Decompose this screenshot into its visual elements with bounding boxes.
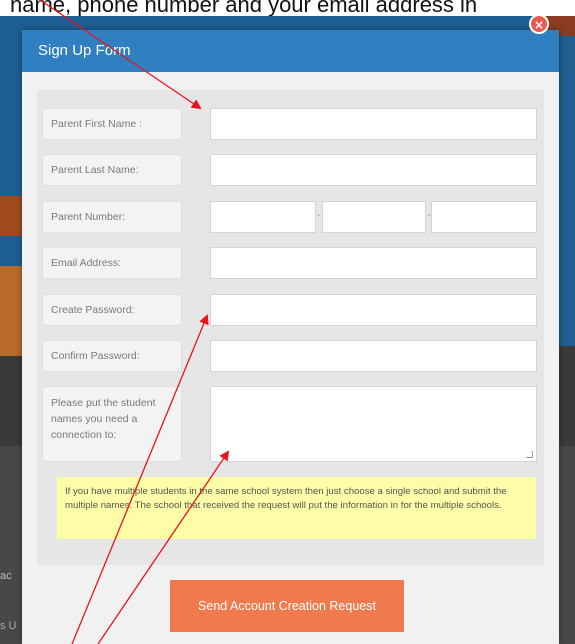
first-name-input[interactable]	[210, 108, 537, 140]
email-label: Email Address:	[42, 247, 182, 279]
create-password-input[interactable]	[210, 294, 537, 326]
last-name-input[interactable]	[210, 154, 537, 186]
phone-prefix-input[interactable]	[322, 201, 426, 233]
phone-line-input[interactable]	[431, 201, 537, 233]
student-names-textarea[interactable]	[210, 386, 537, 462]
modal-header: Sign Up Form	[22, 30, 559, 72]
student-names-label: Please put the student names you need a …	[42, 386, 182, 462]
background-text: ac	[0, 570, 12, 582]
last-name-label: Parent Last Name:	[42, 154, 182, 186]
multiple-students-notice: If you have multiple students in the sam…	[57, 477, 536, 539]
phone-area-code-input[interactable]	[210, 201, 316, 233]
email-input[interactable]	[210, 247, 537, 279]
confirm-password-input[interactable]	[210, 340, 537, 372]
modal-title: Sign Up Form	[38, 42, 131, 59]
resize-grip-icon[interactable]	[526, 451, 533, 458]
confirm-password-label: Confirm Password:	[42, 340, 182, 372]
create-password-label: Create Password:	[42, 294, 182, 326]
phone-label: Parent Number:	[42, 201, 182, 233]
first-name-label: Parent First Name :	[42, 108, 182, 140]
send-request-button[interactable]: Send Account Creation Request	[170, 580, 404, 632]
close-button[interactable]: ×	[529, 14, 549, 34]
